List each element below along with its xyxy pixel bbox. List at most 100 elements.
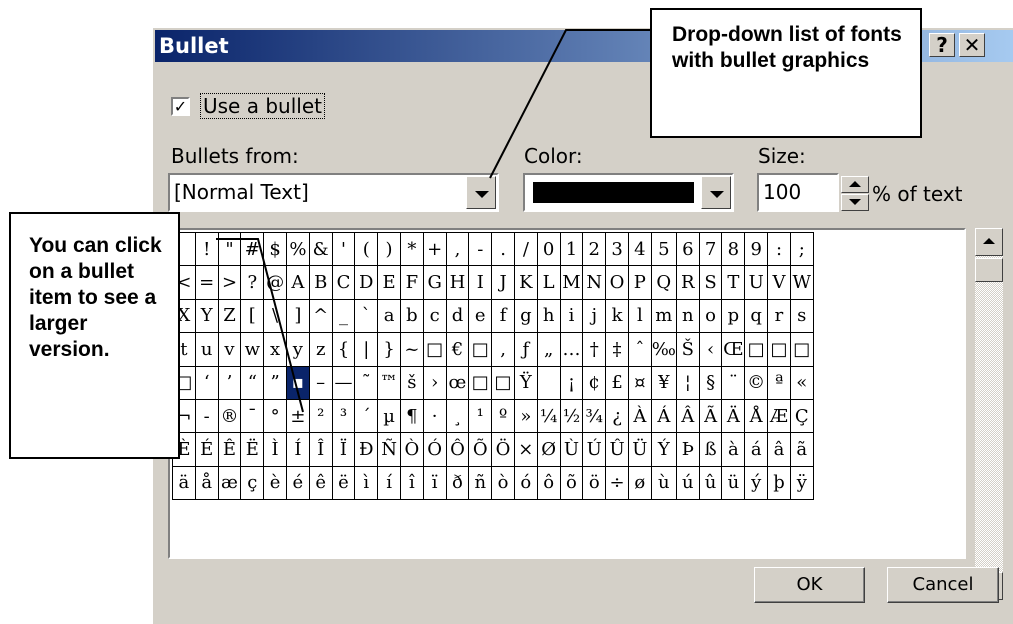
bullet-char-cell[interactable]: ¼ [536, 398, 561, 434]
chevron-down-icon[interactable] [701, 176, 731, 209]
bullet-char-cell[interactable]: ó [513, 465, 538, 501]
bullet-char-cell[interactable]: ‰ [650, 332, 677, 367]
bullet-char-cell[interactable]: ç [240, 465, 265, 501]
bullet-char-cell[interactable]: * [399, 231, 424, 267]
bullet-char-cell[interactable]: § [698, 365, 723, 400]
bullet-char-cell[interactable]: Ô [445, 432, 470, 467]
bullet-char-cell[interactable]: è [263, 465, 287, 501]
bullet-char-cell[interactable]: ¤ [627, 365, 652, 400]
bullet-char-cell[interactable]: T [721, 265, 746, 300]
bullet-char-cell[interactable]: † [582, 332, 607, 367]
bullet-char-cell[interactable]: u [194, 332, 219, 367]
grid-scrollbar[interactable] [975, 228, 1003, 600]
bullet-char-cell[interactable]: Æ [767, 398, 791, 434]
bullet-char-cell[interactable]: s [789, 298, 814, 334]
bullet-char-cell[interactable]: ¢ [582, 365, 607, 400]
bullet-char-cell[interactable]: Õ [468, 432, 493, 467]
bullet-char-cell[interactable]: ð [445, 465, 470, 501]
bullet-char-cell[interactable]: Ù [559, 432, 584, 467]
scroll-up-icon[interactable] [975, 228, 1003, 256]
bullet-char-cell[interactable]: E [377, 265, 401, 300]
bullet-char-cell[interactable]: ï [422, 465, 447, 501]
bullet-char-cell[interactable]: - [194, 398, 219, 434]
bullet-char-cell[interactable]: ÿ [789, 465, 814, 501]
bullet-char-cell[interactable]: □ [789, 332, 814, 367]
bullet-char-cell[interactable]: × [513, 432, 538, 467]
bullet-char-cell[interactable]: Î [308, 432, 333, 467]
bullet-char-cell[interactable]: ¶ [399, 398, 424, 434]
bullet-char-cell[interactable]: £ [605, 365, 629, 400]
bullet-char-cell[interactable]: N [582, 265, 607, 300]
bullets-from-dropdown[interactable]: [Normal Text] [168, 173, 499, 212]
bullet-char-cell[interactable]: U [744, 265, 769, 300]
bullet-char-cell[interactable]: ì [354, 465, 379, 501]
bullet-char-cell[interactable]: ë [331, 465, 356, 501]
bullet-char-cell[interactable]: „ [536, 332, 561, 367]
bullet-char-cell[interactable]: ¦ [675, 365, 700, 400]
bullet-char-cell[interactable]: ! [194, 231, 219, 267]
bullet-char-cell[interactable]: Ë [240, 432, 265, 467]
bullet-char-cell[interactable]: S [698, 265, 723, 300]
bullet-char-cell[interactable]: & [308, 231, 333, 267]
bullet-char-cell[interactable]: Ò [399, 432, 424, 467]
bullet-char-cell[interactable]: ( [354, 231, 379, 267]
bullet-char-cell[interactable]: " [217, 231, 242, 267]
bullet-char-cell[interactable]: i [559, 298, 584, 334]
bullet-char-cell[interactable]: ` [354, 298, 379, 334]
bullet-char-cell[interactable]: J [491, 265, 515, 300]
spin-down-icon[interactable] [841, 194, 869, 211]
bullet-char-cell[interactable]: » [513, 398, 538, 434]
bullet-char-cell[interactable]: + [422, 231, 447, 267]
bullet-char-cell[interactable]: á [744, 432, 769, 467]
bullet-char-cell[interactable]: ' [331, 231, 356, 267]
bullet-char-cell[interactable]: D [354, 265, 379, 300]
bullet-char-cell[interactable]: c [422, 298, 447, 334]
bullet-char-cell[interactable]: P [627, 265, 652, 300]
bullet-char-cell[interactable]: … [559, 332, 584, 367]
chevron-down-icon[interactable] [466, 176, 496, 209]
bullet-char-cell[interactable]: n [675, 298, 700, 334]
bullet-char-cell[interactable]: $ [263, 231, 287, 267]
bullet-char-cell[interactable]: Ý [650, 432, 677, 467]
bullet-char-cell[interactable]: Ê [217, 432, 242, 467]
bullet-char-cell[interactable]: , [491, 332, 515, 367]
bullet-char-cell[interactable] [536, 365, 561, 400]
bullet-char-cell[interactable]: 9 [744, 231, 769, 267]
size-spinner[interactable] [841, 176, 869, 211]
bullet-char-cell[interactable]: Œ [721, 332, 746, 367]
bullet-char-cell[interactable]: û [698, 465, 723, 501]
bullet-char-cell[interactable]: [ [240, 298, 265, 334]
close-button[interactable]: ✕ [959, 33, 985, 57]
bullet-char-cell[interactable]: ’ [217, 365, 242, 400]
bullet-char-cell[interactable]: Y [194, 298, 219, 334]
bullet-char-cell[interactable]: j [582, 298, 607, 334]
bullet-char-cell[interactable]: “ [240, 365, 265, 400]
bullet-char-cell[interactable]: ê [308, 465, 333, 501]
bullet-char-cell[interactable]: R [675, 265, 700, 300]
bullet-char-cell[interactable]: / [513, 231, 538, 267]
bullet-char-cell[interactable]: z [308, 332, 333, 367]
bullet-char-cell[interactable]: g [513, 298, 538, 334]
bullet-char-cell[interactable]: © [744, 365, 769, 400]
bullet-char-cell[interactable]: f [491, 298, 515, 334]
bullet-char-cell[interactable]: ¡ [559, 365, 584, 400]
bullet-char-cell[interactable]: â [767, 432, 791, 467]
bullet-char-cell[interactable]: « [789, 365, 814, 400]
bullet-char-cell[interactable]: à [721, 432, 746, 467]
bullet-char-cell[interactable]: ¸ [445, 398, 470, 434]
bullet-char-cell[interactable]: Ï [331, 432, 356, 467]
bullet-char-cell[interactable]: ñ [468, 465, 493, 501]
bullet-char-cell[interactable]: ö [582, 465, 607, 501]
bullet-char-cell[interactable]: w [240, 332, 265, 367]
bullet-char-cell[interactable]: ƒ [513, 332, 538, 367]
bullet-char-cell[interactable]: Í [285, 432, 310, 467]
bullet-char-cell[interactable]: a [377, 298, 401, 334]
bullet-char-cell[interactable]: 7 [698, 231, 723, 267]
bullet-char-cell[interactable]: Š [675, 332, 700, 367]
bullet-char-cell[interactable]: Ä [721, 398, 746, 434]
bullet-char-cell[interactable]: ^ [308, 298, 333, 334]
bullet-char-cell[interactable]: ü [721, 465, 746, 501]
bullet-char-cell[interactable]: ‡ [605, 332, 629, 367]
bullet-char-cell[interactable]: — [331, 365, 356, 400]
bullet-char-cell[interactable]: C [331, 265, 356, 300]
